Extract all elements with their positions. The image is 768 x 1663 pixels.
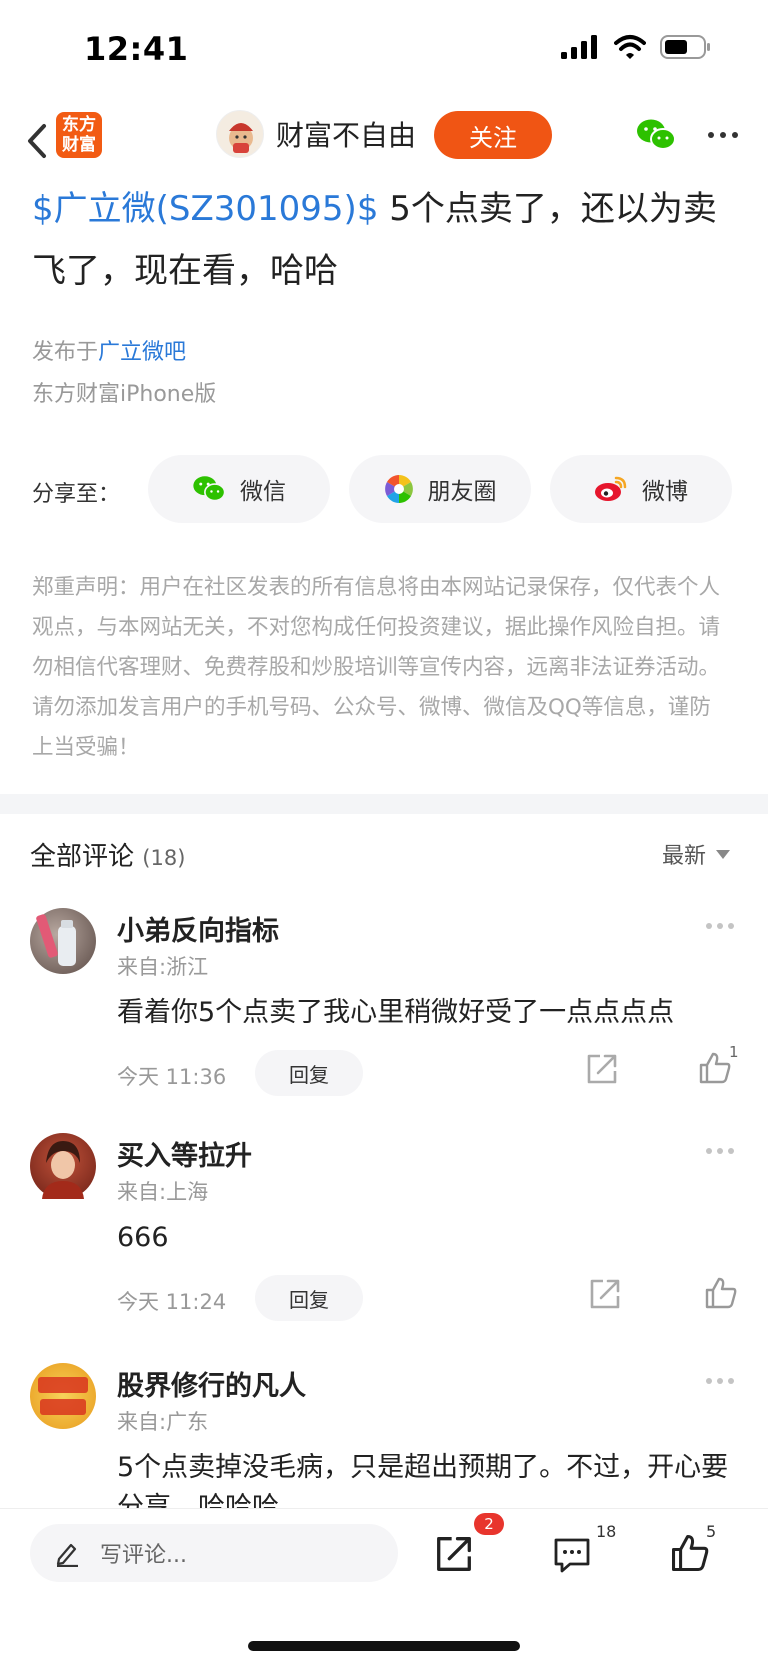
reply-button[interactable]: 回复 <box>255 1275 363 1321</box>
commenter-name[interactable]: 买入等拉升 <box>117 1134 252 1173</box>
section-divider <box>0 794 768 814</box>
share-comment-icon[interactable] <box>588 1277 622 1311</box>
app-logo[interactable]: 东方 财富 <box>56 112 102 158</box>
share-label: 分享至： <box>32 482 121 507</box>
wifi-icon <box>614 35 646 59</box>
comment-input[interactable]: 写评论... <box>30 1524 398 1582</box>
home-indicator <box>248 1641 520 1651</box>
bar-link[interactable]: 广立微吧 <box>98 340 186 365</box>
published-prefix: 发布于 <box>32 340 99 365</box>
reply-button[interactable]: 回复 <box>255 1050 363 1096</box>
weibo-icon <box>595 476 627 501</box>
comment-time: 今天 11:24 <box>117 1290 227 1314</box>
comment-text: 666 <box>117 1222 169 1253</box>
share-comment-icon[interactable] <box>585 1052 619 1086</box>
commenter-avatar[interactable] <box>30 908 96 974</box>
share-post-icon[interactable] <box>434 1534 474 1574</box>
comment-text: 看着你5个点卖了我心里稍微好受了一点点点点 <box>117 997 675 1028</box>
comments-count: (18) <box>142 846 186 870</box>
share-weibo-label: 微博 <box>642 479 688 505</box>
share-moments-button[interactable]: 朋友圈 <box>349 455 531 523</box>
disclaimer-text: 郑重声明：用户在社区发表的所有信息将由本网站记录保存，仅代表个人观点，与本网站无… <box>32 575 721 760</box>
share-badge: 2 <box>474 1513 504 1535</box>
post-content: $广立微(SZ301095)$ 5个点卖了，还以为卖飞了，现在看，哈哈 <box>32 178 742 302</box>
share-wechat-label: 微信 <box>240 479 286 505</box>
pencil-icon <box>56 1543 78 1567</box>
author-name[interactable]: 财富不自由 <box>276 114 416 154</box>
like-post-icon[interactable] <box>670 1533 710 1573</box>
share-wechat-button[interactable]: 微信 <box>148 455 330 523</box>
comment-more-icon[interactable] <box>706 923 734 929</box>
signal-icon <box>561 35 597 59</box>
stock-tag-link[interactable]: $广立微(SZ301095)$ <box>32 189 378 229</box>
comment-item: 买入等拉升 来自:上海 666 今天 11:24 回复 <box>0 1130 768 1330</box>
battery-icon <box>660 35 710 59</box>
commenter-avatar[interactable] <box>30 1363 96 1429</box>
author-avatar-image <box>229 123 253 153</box>
like-count: 1 <box>729 1043 739 1061</box>
moments-icon <box>384 475 413 503</box>
wechat-icon <box>193 476 226 502</box>
avatar-image <box>36 914 76 966</box>
comments-title: 全部评论 (18) <box>30 836 185 873</box>
back-arrow-icon[interactable] <box>18 118 58 164</box>
follow-button[interactable]: 关注 <box>434 111 552 159</box>
comment-item: 小弟反向指标 来自:浙江 看着你5个点卖了我心里稍微好受了一点点点点 今天 11… <box>0 905 768 1105</box>
post-published-in: 发布于广立微吧 <box>32 334 186 366</box>
sort-dropdown[interactable]: 最新 <box>662 838 731 870</box>
comment-text: 5个点卖掉没毛病，只是超出预期了。不过，开心要分享，哈哈哈 <box>117 1452 729 1508</box>
author-avatar[interactable] <box>216 110 264 158</box>
like-icon[interactable] <box>698 1051 732 1085</box>
like-count-total: 5 <box>706 1522 717 1541</box>
commenter-name[interactable]: 股界修行的凡人 <box>117 1364 306 1403</box>
caret-down-icon <box>716 849 731 859</box>
comment-more-icon[interactable] <box>706 1378 734 1384</box>
logo-text-1: 东方 <box>62 115 96 135</box>
like-icon[interactable] <box>704 1276 738 1310</box>
share-weibo-button[interactable]: 微博 <box>550 455 732 523</box>
bottom-action-bar: 写评论... 2 18 5 <box>0 1508 768 1663</box>
commenter-name[interactable]: 小弟反向指标 <box>117 909 279 948</box>
comment-icon[interactable] <box>552 1536 592 1574</box>
share-moments-label: 朋友圈 <box>427 479 497 505</box>
commenter-location: 来自:广东 <box>117 1410 209 1434</box>
avatar-image <box>38 1377 88 1415</box>
comment-count: 18 <box>596 1522 617 1541</box>
sort-label: 最新 <box>662 844 707 869</box>
wechat-share-icon[interactable] <box>636 118 676 152</box>
comment-item: 股界修行的凡人 来自:广东 5个点卖掉没毛病，只是超出预期了。不过，开心要分享，… <box>0 1360 768 1508</box>
status-time: 12:41 <box>84 30 189 68</box>
status-icons <box>560 34 712 60</box>
comment-placeholder: 写评论... <box>100 1543 187 1568</box>
commenter-avatar[interactable] <box>30 1133 96 1199</box>
more-options-icon[interactable] <box>708 132 738 138</box>
comment-time: 今天 11:36 <box>117 1065 227 1089</box>
commenter-location: 来自:上海 <box>117 1180 209 1204</box>
avatar-image <box>42 1141 84 1199</box>
comments-title-label: 全部评论 <box>30 842 135 872</box>
logo-text-2: 财富 <box>62 135 96 155</box>
commenter-location: 来自:浙江 <box>117 955 209 979</box>
post-client: 东方财富iPhone版 <box>32 382 217 407</box>
comment-more-icon[interactable] <box>706 1148 734 1154</box>
top-nav-bar: 东方 财富 财富不自由 关注 <box>0 100 768 180</box>
